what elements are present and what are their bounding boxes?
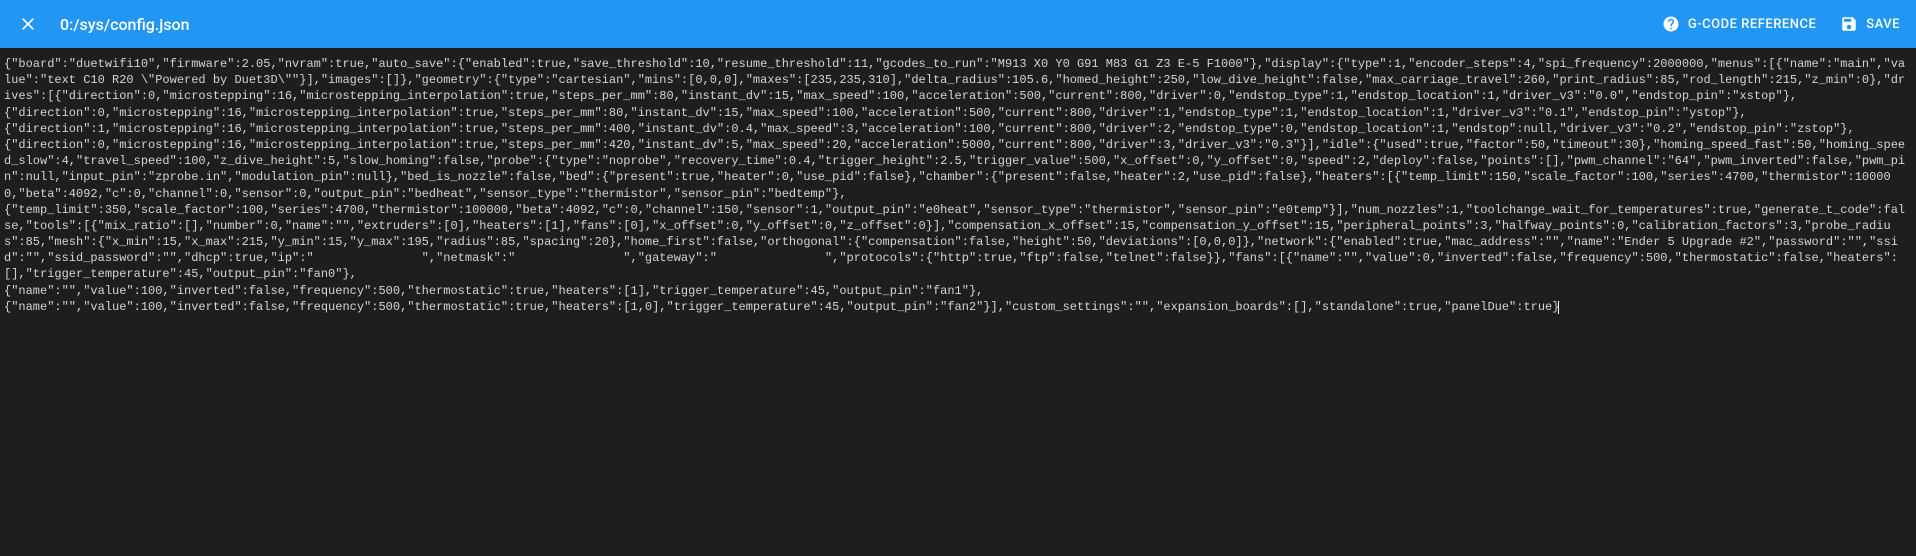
editor-header: 0:/sys/config.json G-CODE REFERENCE SAVE <box>0 0 1916 48</box>
close-button[interactable] <box>16 12 40 36</box>
header-right: G-CODE REFERENCE SAVE <box>1662 15 1900 33</box>
save-button[interactable]: SAVE <box>1840 15 1900 33</box>
gcode-reference-label: G-CODE REFERENCE <box>1688 17 1816 32</box>
text-cursor <box>1558 301 1559 314</box>
save-icon <box>1840 15 1858 33</box>
close-icon <box>18 14 38 34</box>
header-left: 0:/sys/config.json <box>16 12 190 36</box>
file-path-title: 0:/sys/config.json <box>60 15 190 34</box>
save-label: SAVE <box>1866 17 1900 32</box>
gcode-reference-button[interactable]: G-CODE REFERENCE <box>1662 15 1816 33</box>
code-editor[interactable]: {"board":"duetwifi10","firmware":2.05,"n… <box>0 48 1916 556</box>
help-icon <box>1662 15 1680 33</box>
editor-content: {"board":"duetwifi10","firmware":2.05,"n… <box>4 57 1905 314</box>
